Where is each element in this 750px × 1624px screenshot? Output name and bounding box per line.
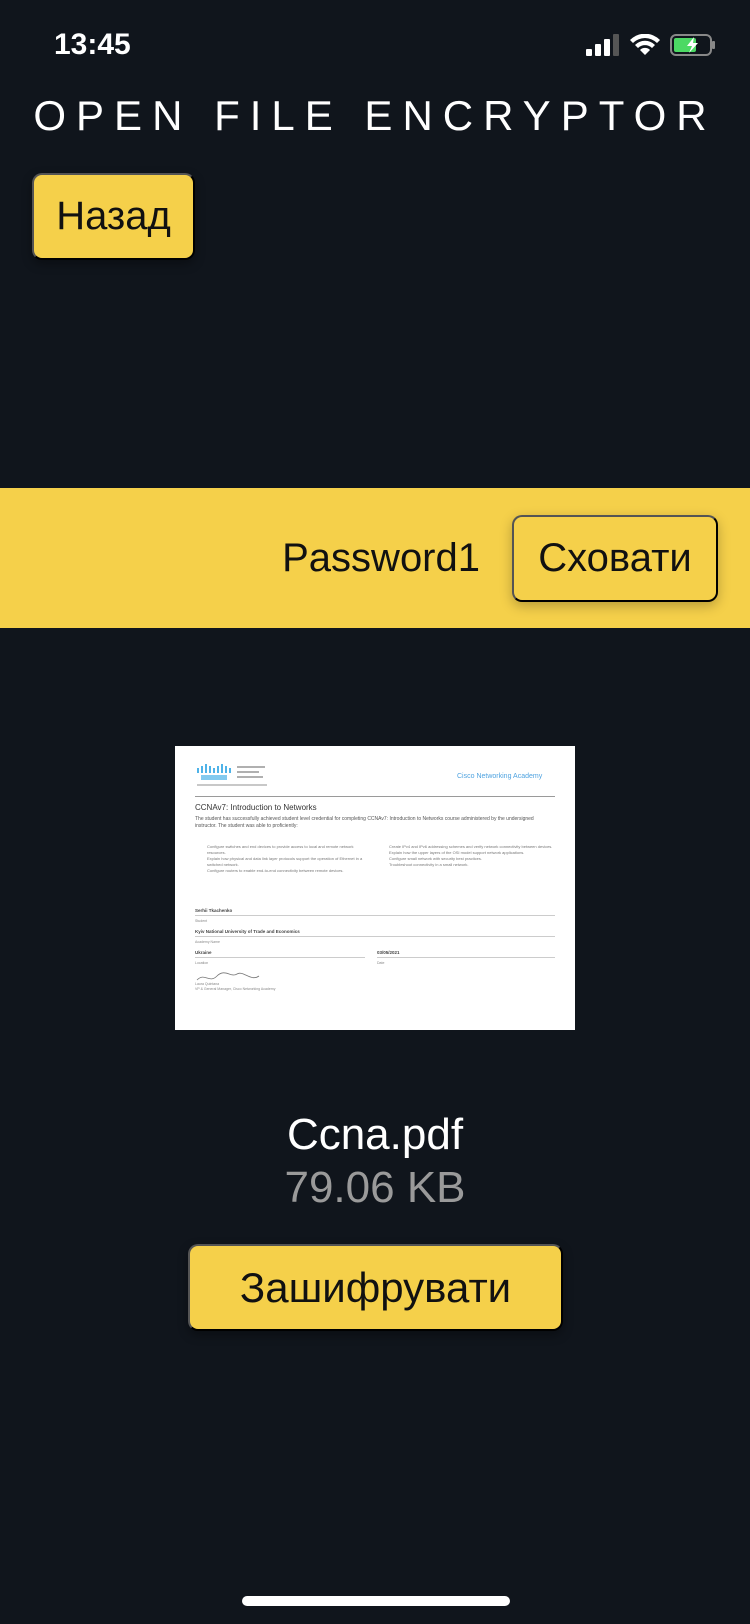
preview-academy: Kyiv National University of Trade and Ec… <box>195 929 300 934</box>
file-name: Ccna.pdf <box>286 1110 464 1159</box>
preview-signature-caption: Laura Quintana VP & General Manager, Cis… <box>195 982 276 991</box>
preview-bullet: Troubleshoot connectivity in a small net… <box>389 862 553 868</box>
file-size: 79.06 KB <box>284 1163 466 1212</box>
password-bar: Password1 Сховати <box>0 488 750 628</box>
battery-charging-icon <box>670 34 715 56</box>
preview-bullets-left: Configure switches and end devices to pr… <box>199 844 371 874</box>
status-time: 13:45 <box>54 28 131 61</box>
preview-org: Cisco Networking Academy <box>457 773 543 780</box>
preview-date: 03/05/2021 <box>377 950 400 955</box>
cellular-signal-icon <box>586 34 619 56</box>
hide-password-button[interactable]: Сховати <box>512 515 718 602</box>
preview-student-caption: Student <box>195 919 207 923</box>
status-icons <box>586 32 716 58</box>
preview-intro: The student has successfully achieved st… <box>195 816 534 829</box>
status-bar: 13:45 <box>0 0 750 90</box>
file-preview-thumbnail: Cisco Networking Academy CCNAv7: Introdu… <box>175 746 575 1030</box>
preview-date-caption: Date <box>377 961 384 965</box>
wifi-icon <box>630 34 660 55</box>
preview-location: Ukraine <box>195 950 212 955</box>
preview-bullets-right: Create IPv4 and IPv6 addressing schemes … <box>381 844 553 868</box>
password-value: Password1 <box>282 536 480 580</box>
back-button[interactable]: Назад <box>32 173 195 260</box>
preview-academy-caption: Academy Name <box>195 940 220 944</box>
preview-heading: CCNAv7: Introduction to Networks <box>195 803 317 812</box>
preview-location-caption: Location <box>195 961 208 965</box>
app-title: OPEN FILE ENCRYPTOR <box>33 92 717 139</box>
certificate-document: Cisco Networking Academy CCNAv7: Introdu… <box>175 746 575 1030</box>
preview-bullet: Configure routers to enable end-to-end c… <box>207 868 371 874</box>
preview-student: Serhii Tkachenko <box>195 908 233 913</box>
preview-bullet: Explain how physical and data link layer… <box>207 856 371 868</box>
home-indicator[interactable] <box>242 1596 510 1606</box>
encrypt-button[interactable]: Зашифрувати <box>188 1244 563 1331</box>
preview-bullet: Configure switches and end devices to pr… <box>207 844 371 856</box>
